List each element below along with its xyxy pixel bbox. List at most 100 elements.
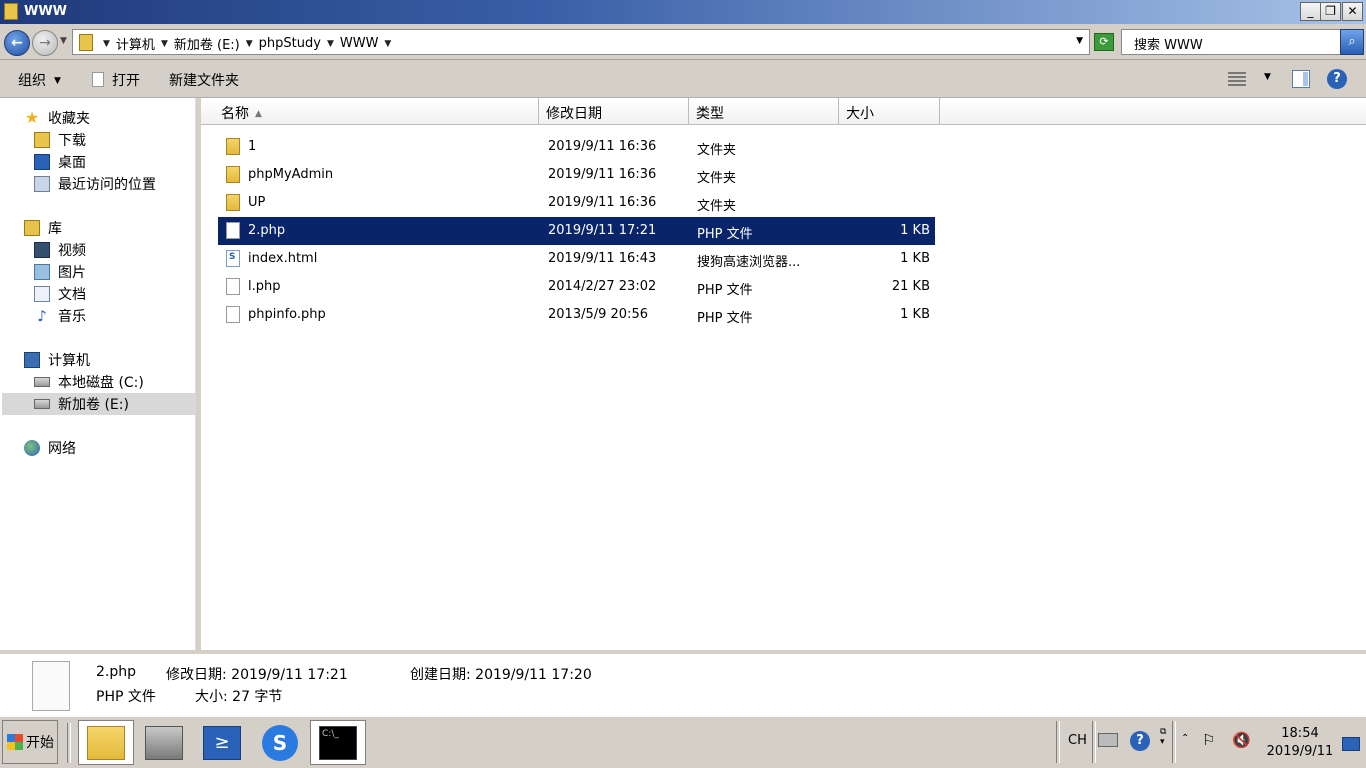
taskbar-server-manager[interactable] [136, 720, 192, 765]
taskbar-divider [1092, 721, 1096, 763]
file-type: PHP 文件 [697, 227, 753, 242]
breadcrumb-www[interactable]: WWW [340, 36, 379, 51]
file-size: 21 KB [891, 279, 930, 294]
chevron-down-icon[interactable]: ▼ [1264, 72, 1271, 82]
open-button[interactable]: 打开 [92, 70, 140, 90]
help-icon[interactable]: ? [1327, 69, 1347, 89]
file-size: 1 KB [900, 251, 930, 266]
nav-label: 计算机 [48, 353, 90, 369]
file-icon [92, 72, 104, 87]
address-bar[interactable]: ▼ 计算机 ▼ 新加卷 (E:) ▼ phpStudy ▼ WWW ▼ ▼ [72, 29, 1090, 55]
restore-button[interactable]: ❐ [1320, 2, 1341, 21]
file-modified: 2019/9/11 16:36 [548, 195, 657, 210]
taskbar-sogou-browser[interactable]: S [252, 720, 308, 765]
address-dropdown-icon[interactable]: ▼ [1076, 36, 1083, 46]
volume-muted-icon[interactable]: 🔇 [1232, 731, 1251, 749]
windows-logo-icon [7, 734, 23, 750]
nav-label: 音乐 [58, 309, 86, 325]
column-header-type[interactable]: 类型 [689, 98, 839, 125]
file-type: 搜狗高速浏览器... [697, 255, 801, 270]
details-modified: 修改日期: 2019/9/11 17:21 [166, 667, 348, 683]
chevron-down-icon: ▼ [54, 76, 61, 86]
file-row[interactable]: phpMyAdmin 2019/9/11 16:36 文件夹 [218, 161, 935, 189]
file-row-selected[interactable]: 2.php 2019/9/11 17:21 PHP 文件 1 KB [218, 217, 935, 245]
nav-label: 文档 [58, 287, 86, 303]
file-row[interactable]: index.html 2019/9/11 16:43 搜狗高速浏览器... 1 … [218, 245, 935, 273]
navigation-pane: ★ 收藏夹 下载 桌面 最近访问的位置 库 视频 图片 文档 ♪ 音乐 计算机 本地… [0, 98, 196, 650]
back-button[interactable]: ← [4, 30, 30, 56]
help-icon[interactable]: ? [1130, 731, 1150, 751]
videos-icon [34, 242, 50, 258]
file-row[interactable]: l.php 2014/2/27 23:02 PHP 文件 21 KB [218, 273, 935, 301]
nav-network[interactable]: 网络 [24, 437, 76, 459]
nav-music[interactable]: ♪ 音乐 [34, 305, 86, 327]
language-indicator[interactable]: CH [1068, 733, 1087, 748]
star-icon: ★ [24, 108, 40, 127]
breadcrumb-phpstudy[interactable]: phpStudy [259, 36, 321, 51]
nav-documents[interactable]: 文档 [34, 283, 86, 305]
taskbar-cmd[interactable]: C:\_ [310, 720, 366, 765]
view-options-icon[interactable] [1228, 72, 1246, 86]
column-header-size[interactable]: 大小 [839, 98, 940, 125]
folder-icon [226, 138, 240, 155]
close-button[interactable]: ✕ [1342, 2, 1363, 21]
breadcrumb-drive-e[interactable]: 新加卷 (E:) [174, 34, 240, 53]
nav-drive-c[interactable]: 本地磁盘 (C:) [34, 371, 144, 393]
file-type: PHP 文件 [697, 283, 753, 298]
search-input[interactable]: 搜索 WWW [1121, 29, 1342, 55]
show-hidden-icons-icon[interactable]: ⌃ [1181, 733, 1189, 744]
chevron-down-icon[interactable]: ▼ [384, 39, 391, 49]
nav-label: 库 [48, 221, 62, 237]
open-label: 打开 [112, 73, 140, 89]
title-bar: WWW _ ❐ ✕ [0, 0, 1366, 24]
details-pane: 2.php 修改日期: 2019/9/11 17:21 创建日期: 2019/9… [0, 650, 1366, 716]
start-button[interactable]: 开始 [2, 720, 58, 764]
forward-button[interactable]: → [32, 30, 58, 56]
preview-pane-icon[interactable] [1292, 70, 1310, 88]
drive-icon [34, 399, 50, 409]
file-row[interactable]: 1 2019/9/11 16:36 文件夹 [218, 133, 935, 161]
nav-desktop[interactable]: 桌面 [34, 151, 86, 173]
nav-recent-places[interactable]: 最近访问的位置 [34, 173, 156, 195]
recent-places-icon [34, 176, 50, 192]
nav-pictures[interactable]: 图片 [34, 261, 86, 283]
new-folder-button[interactable]: 新建文件夹 [169, 70, 239, 90]
powershell-icon: ≥ [203, 725, 241, 760]
search-icon[interactable]: ⌕ [1340, 29, 1364, 55]
clock[interactable]: 18:54 2019/9/11 [1262, 725, 1338, 761]
chevron-down-icon[interactable]: ▼ [161, 39, 168, 49]
php-file-icon [226, 222, 240, 239]
refresh-button[interactable]: ⟳ [1094, 33, 1114, 51]
taskbar-powershell[interactable]: ≥ [194, 720, 250, 765]
ime-options-icon[interactable]: ⧉ ▾ [1160, 727, 1166, 747]
column-header-modified[interactable]: 修改日期 [539, 98, 689, 125]
taskbar-explorer[interactable] [78, 720, 134, 765]
history-dropdown-icon[interactable]: ▼ [60, 36, 67, 46]
chevron-down-icon[interactable]: ▼ [327, 39, 334, 49]
nav-videos[interactable]: 视频 [34, 239, 86, 261]
nav-downloads[interactable]: 下载 [34, 129, 86, 151]
file-modified: 2019/9/11 17:21 [548, 223, 657, 238]
action-center-flag-icon[interactable]: ⚐ [1202, 731, 1215, 749]
column-label: 名称 [221, 106, 249, 122]
organize-button[interactable]: 组织 ▼ [18, 70, 61, 90]
window-title: WWW [24, 4, 68, 19]
file-row[interactable]: UP 2019/9/11 16:36 文件夹 [218, 189, 935, 217]
nav-libraries[interactable]: 库 [24, 217, 62, 239]
network-icon [24, 440, 40, 456]
breadcrumb-computer[interactable]: 计算机 [116, 34, 155, 53]
chevron-down-icon[interactable]: ▼ [103, 39, 110, 49]
file-row[interactable]: phpinfo.php 2013/5/9 20:56 PHP 文件 1 KB [218, 301, 935, 329]
file-size: 1 KB [900, 307, 930, 322]
nav-favorites[interactable]: ★ 收藏夹 [24, 107, 90, 129]
show-desktop-button[interactable] [1342, 737, 1360, 751]
chevron-down-icon[interactable]: ▼ [246, 39, 253, 49]
keyboard-icon[interactable] [1098, 733, 1118, 747]
nav-label: 新加卷 (E:) [58, 397, 129, 413]
taskbar-divider [1172, 721, 1176, 763]
minimize-button[interactable]: _ [1300, 2, 1321, 21]
nav-drive-e[interactable]: 新加卷 (E:) [2, 393, 196, 415]
nav-computer[interactable]: 计算机 [24, 349, 90, 371]
libraries-icon [24, 220, 40, 236]
column-header-name[interactable]: 名称 ▲ [201, 98, 539, 125]
